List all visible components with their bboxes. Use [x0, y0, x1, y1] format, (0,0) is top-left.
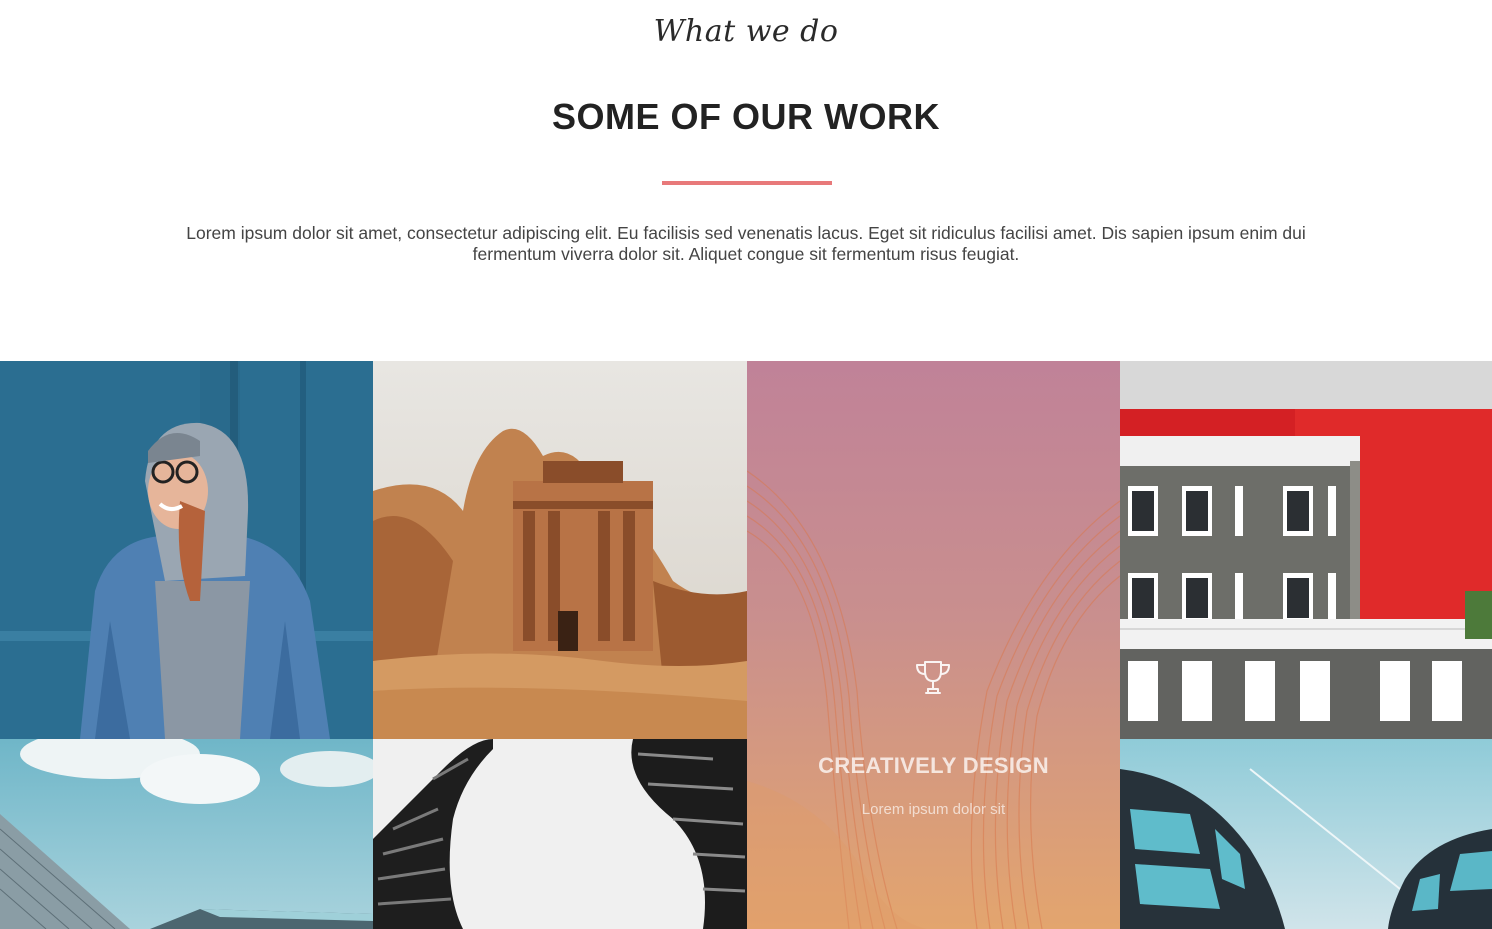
portfolio-image-red-building[interactable] [1120, 361, 1492, 739]
section-description: Lorem ipsum dolor sit amet, consectetur … [186, 223, 1306, 264]
title-divider [662, 181, 832, 185]
section-kicker: What we do [653, 14, 839, 49]
portfolio-image-desert-temple[interactable] [373, 361, 747, 739]
portfolio-image-glass-buildings[interactable] [1120, 739, 1492, 929]
portfolio-image-twisted-towers[interactable] [373, 739, 747, 929]
portfolio-image-sky-building[interactable] [0, 739, 373, 929]
feature-title: CREATIVELY DESIGN [818, 753, 1049, 778]
portfolio-grid: CREATIVELY DESIGN Lorem ipsum dolor sit [0, 361, 1492, 929]
portfolio-image-person[interactable] [0, 361, 373, 739]
section-title: SOME OF OUR WORK [552, 96, 940, 137]
feature-subtitle: Lorem ipsum dolor sit [861, 801, 1006, 818]
section-header: What we do SOME OF OUR WORK Lorem ipsum … [0, 0, 1492, 361]
portfolio-feature-card[interactable]: CREATIVELY DESIGN Lorem ipsum dolor sit [747, 361, 1120, 929]
trophy-icon [916, 661, 950, 694]
